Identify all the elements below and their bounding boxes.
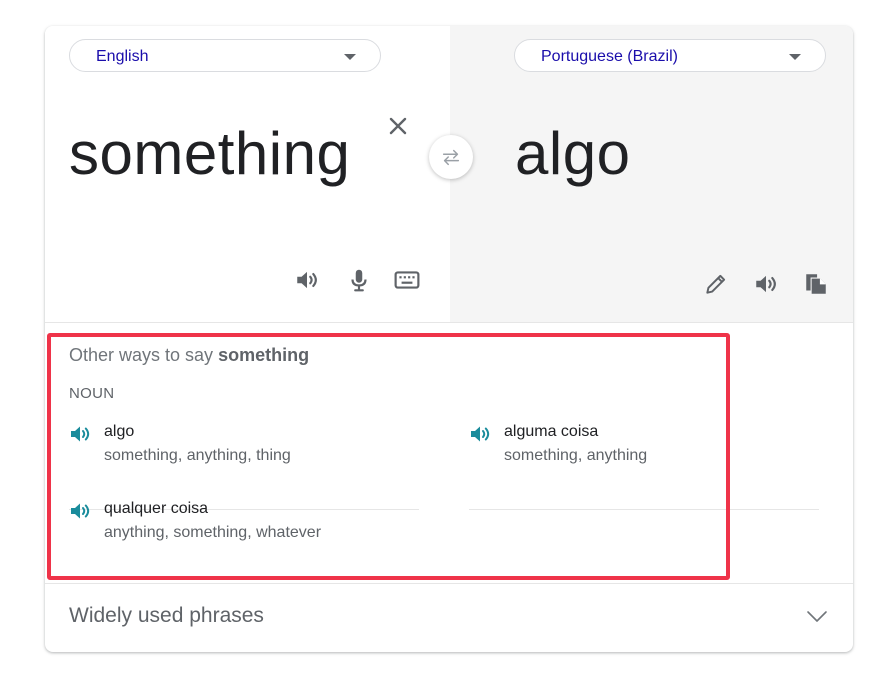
target-pane: Portuguese (Brazil) algo	[450, 26, 853, 322]
target-language-select[interactable]: Portuguese (Brazil)	[514, 39, 826, 72]
target-text: algo	[515, 120, 631, 187]
target-language-label: Portuguese (Brazil)	[541, 48, 678, 65]
copy-icon	[806, 274, 826, 294]
alternative-word: algo	[104, 423, 135, 440]
alternatives-heading-word: something	[218, 345, 310, 365]
chevron-down-icon	[807, 611, 827, 622]
alternative-synonyms: something, anything	[504, 447, 648, 464]
alternative-listen-button[interactable]	[469, 422, 493, 446]
entry-divider	[469, 509, 819, 510]
alternative-listen-button[interactable]	[69, 499, 93, 523]
speaker-icon	[297, 271, 317, 289]
part-of-speech-label: NOUN	[69, 385, 115, 402]
alternatives-heading: Other ways to say something	[69, 345, 309, 366]
widely-used-phrases-toggle[interactable]: Widely used phrases	[45, 584, 853, 652]
pencil-icon	[706, 274, 726, 294]
source-language-label: English	[96, 48, 149, 65]
alternatives-section: Other ways to say something NOUN algo so…	[45, 323, 853, 583]
source-pane: English something	[45, 26, 450, 322]
source-keyboard-button[interactable]	[391, 264, 423, 296]
alternative-listen-button[interactable]	[69, 422, 93, 446]
alternative-entry: qualquer coisa anything, something, what…	[69, 499, 419, 559]
source-text[interactable]: something	[69, 118, 350, 190]
alternative-word: qualquer coisa	[104, 500, 209, 517]
target-listen-button[interactable]	[750, 268, 782, 300]
widely-used-phrases-label: Widely used phrases	[69, 604, 264, 627]
speaker-icon	[471, 426, 490, 442]
microphone-icon	[351, 269, 367, 292]
target-edit-button[interactable]	[700, 268, 732, 300]
caret-down-icon	[789, 54, 801, 60]
alternative-entry: algo something, anything, thing	[69, 422, 419, 482]
speaker-icon	[71, 503, 90, 519]
close-icon	[389, 117, 407, 135]
translate-card: English something Portuguese (Brazil) al…	[45, 26, 853, 652]
caret-down-icon	[344, 54, 356, 60]
source-listen-button[interactable]	[291, 264, 323, 296]
speaker-icon	[756, 275, 776, 293]
source-language-select[interactable]: English	[69, 39, 381, 72]
target-copy-button[interactable]	[800, 268, 832, 300]
clear-button[interactable]	[386, 114, 410, 138]
keyboard-icon	[394, 271, 420, 289]
alternative-entry: alguma coisa something, anything	[469, 422, 819, 482]
swap-icon	[442, 149, 460, 166]
swap-languages-button[interactable]	[429, 135, 473, 179]
speaker-icon	[71, 426, 90, 442]
source-voice-button[interactable]	[343, 264, 375, 296]
alternative-synonyms: anything, something, whatever	[104, 524, 322, 541]
alternatives-heading-prefix: Other ways to say	[69, 345, 219, 365]
alternative-synonyms: something, anything, thing	[104, 447, 291, 464]
alternative-word: alguma coisa	[504, 423, 599, 440]
